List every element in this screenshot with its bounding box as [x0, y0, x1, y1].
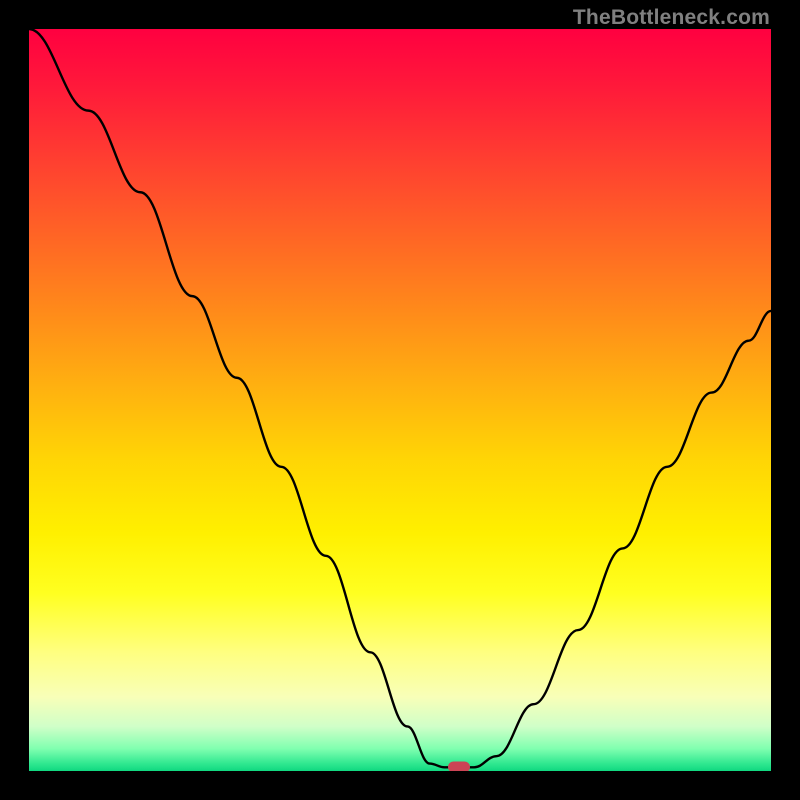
watermark-text: TheBottleneck.com [573, 6, 770, 30]
curve-svg [29, 29, 771, 771]
plot-area [29, 29, 771, 771]
optimal-marker [448, 762, 470, 771]
chart-container: TheBottleneck.com [0, 0, 800, 800]
bottleneck-curve-path [29, 29, 771, 767]
